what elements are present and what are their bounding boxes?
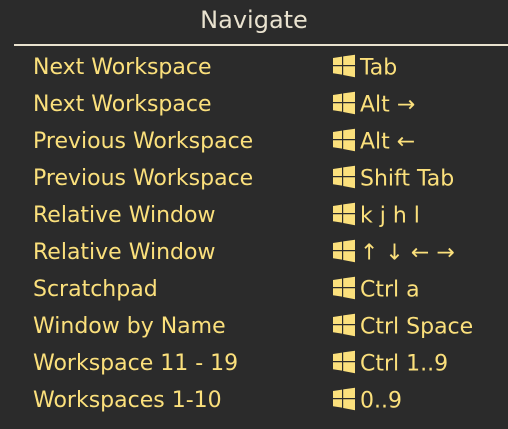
- shortcut-key-text: Ctrl Space: [360, 314, 474, 340]
- shortcut-keys: Ctrl a: [332, 271, 420, 308]
- windows-key-icon: [332, 313, 356, 337]
- windows-key-icon: [332, 54, 356, 78]
- shortcut-key-text: Alt →: [360, 92, 416, 118]
- shortcut-keys: 0..9: [332, 382, 402, 419]
- shortcut-row: Relative Window ↑ ↓ ← →: [0, 234, 508, 271]
- shortcut-action: Workspaces 1-10: [33, 388, 222, 413]
- shortcut-action: Relative Window: [33, 240, 216, 265]
- shortcut-action: Scratchpad: [33, 277, 158, 302]
- shortcut-key-text: Ctrl a: [360, 277, 420, 303]
- shortcut-keys: Ctrl 1..9: [332, 345, 448, 382]
- shortcut-row: Previous Workspace Alt ←: [0, 123, 508, 160]
- shortcut-action: Previous Workspace: [33, 166, 254, 191]
- shortcut-key-text: ↑ ↓ ← →: [360, 240, 455, 266]
- shortcut-key-text: Alt ←: [360, 129, 416, 155]
- shortcut-action: Relative Window: [33, 203, 216, 228]
- shortcut-key-text: Ctrl 1..9: [360, 351, 449, 377]
- shortcut-key-text: Shift Tab: [360, 166, 455, 192]
- windows-key-icon: [332, 91, 356, 115]
- shortcut-action: Workspace 11 - 19: [33, 351, 239, 376]
- shortcut-key-text: k j h l: [360, 203, 420, 229]
- shortcut-keys: Alt ←: [332, 123, 415, 160]
- windows-key-icon: [332, 202, 356, 226]
- panel-title: Navigate: [200, 6, 308, 34]
- windows-key-icon: [332, 276, 356, 300]
- shortcut-panel: Navigate Next Workspace Tab Next Workspa…: [0, 0, 508, 429]
- shortcut-row: Workspace 11 - 19 Ctrl 1..9: [0, 345, 508, 382]
- shortcut-keys: Ctrl Space: [332, 308, 473, 345]
- shortcut-action: Next Workspace: [33, 92, 212, 117]
- shortcut-row: Workspaces 1-10 0..9: [0, 382, 508, 419]
- shortcut-keys: Alt →: [332, 86, 415, 123]
- shortcut-keys: k j h l: [332, 197, 420, 234]
- windows-key-icon: [332, 165, 356, 189]
- title-divider: [14, 44, 508, 46]
- shortcut-row: Next Workspace Tab: [0, 49, 508, 86]
- shortcut-action: Previous Workspace: [33, 129, 254, 154]
- shortcut-row: Previous Workspace Shift Tab: [0, 160, 508, 197]
- shortcut-key-text: Tab: [360, 55, 398, 81]
- windows-key-icon: [332, 350, 356, 374]
- shortcut-key-text: 0..9: [360, 388, 402, 414]
- shortcut-action: Window by Name: [33, 314, 226, 339]
- shortcut-keys: ↑ ↓ ← →: [332, 234, 455, 271]
- windows-key-icon: [332, 387, 356, 411]
- shortcut-keys: Tab: [332, 49, 397, 86]
- shortcut-row: Next Workspace Alt →: [0, 86, 508, 123]
- shortcut-keys: Shift Tab: [332, 160, 454, 197]
- shortcut-action: Next Workspace: [33, 55, 212, 80]
- shortcut-row: Scratchpad Ctrl a: [0, 271, 508, 308]
- windows-key-icon: [332, 128, 356, 152]
- windows-key-icon: [332, 239, 356, 263]
- shortcut-row: Relative Window k j h l: [0, 197, 508, 234]
- shortcut-row: Window by Name Ctrl Space: [0, 308, 508, 345]
- shortcut-list: Next Workspace Tab Next Workspace Alt → …: [0, 49, 508, 419]
